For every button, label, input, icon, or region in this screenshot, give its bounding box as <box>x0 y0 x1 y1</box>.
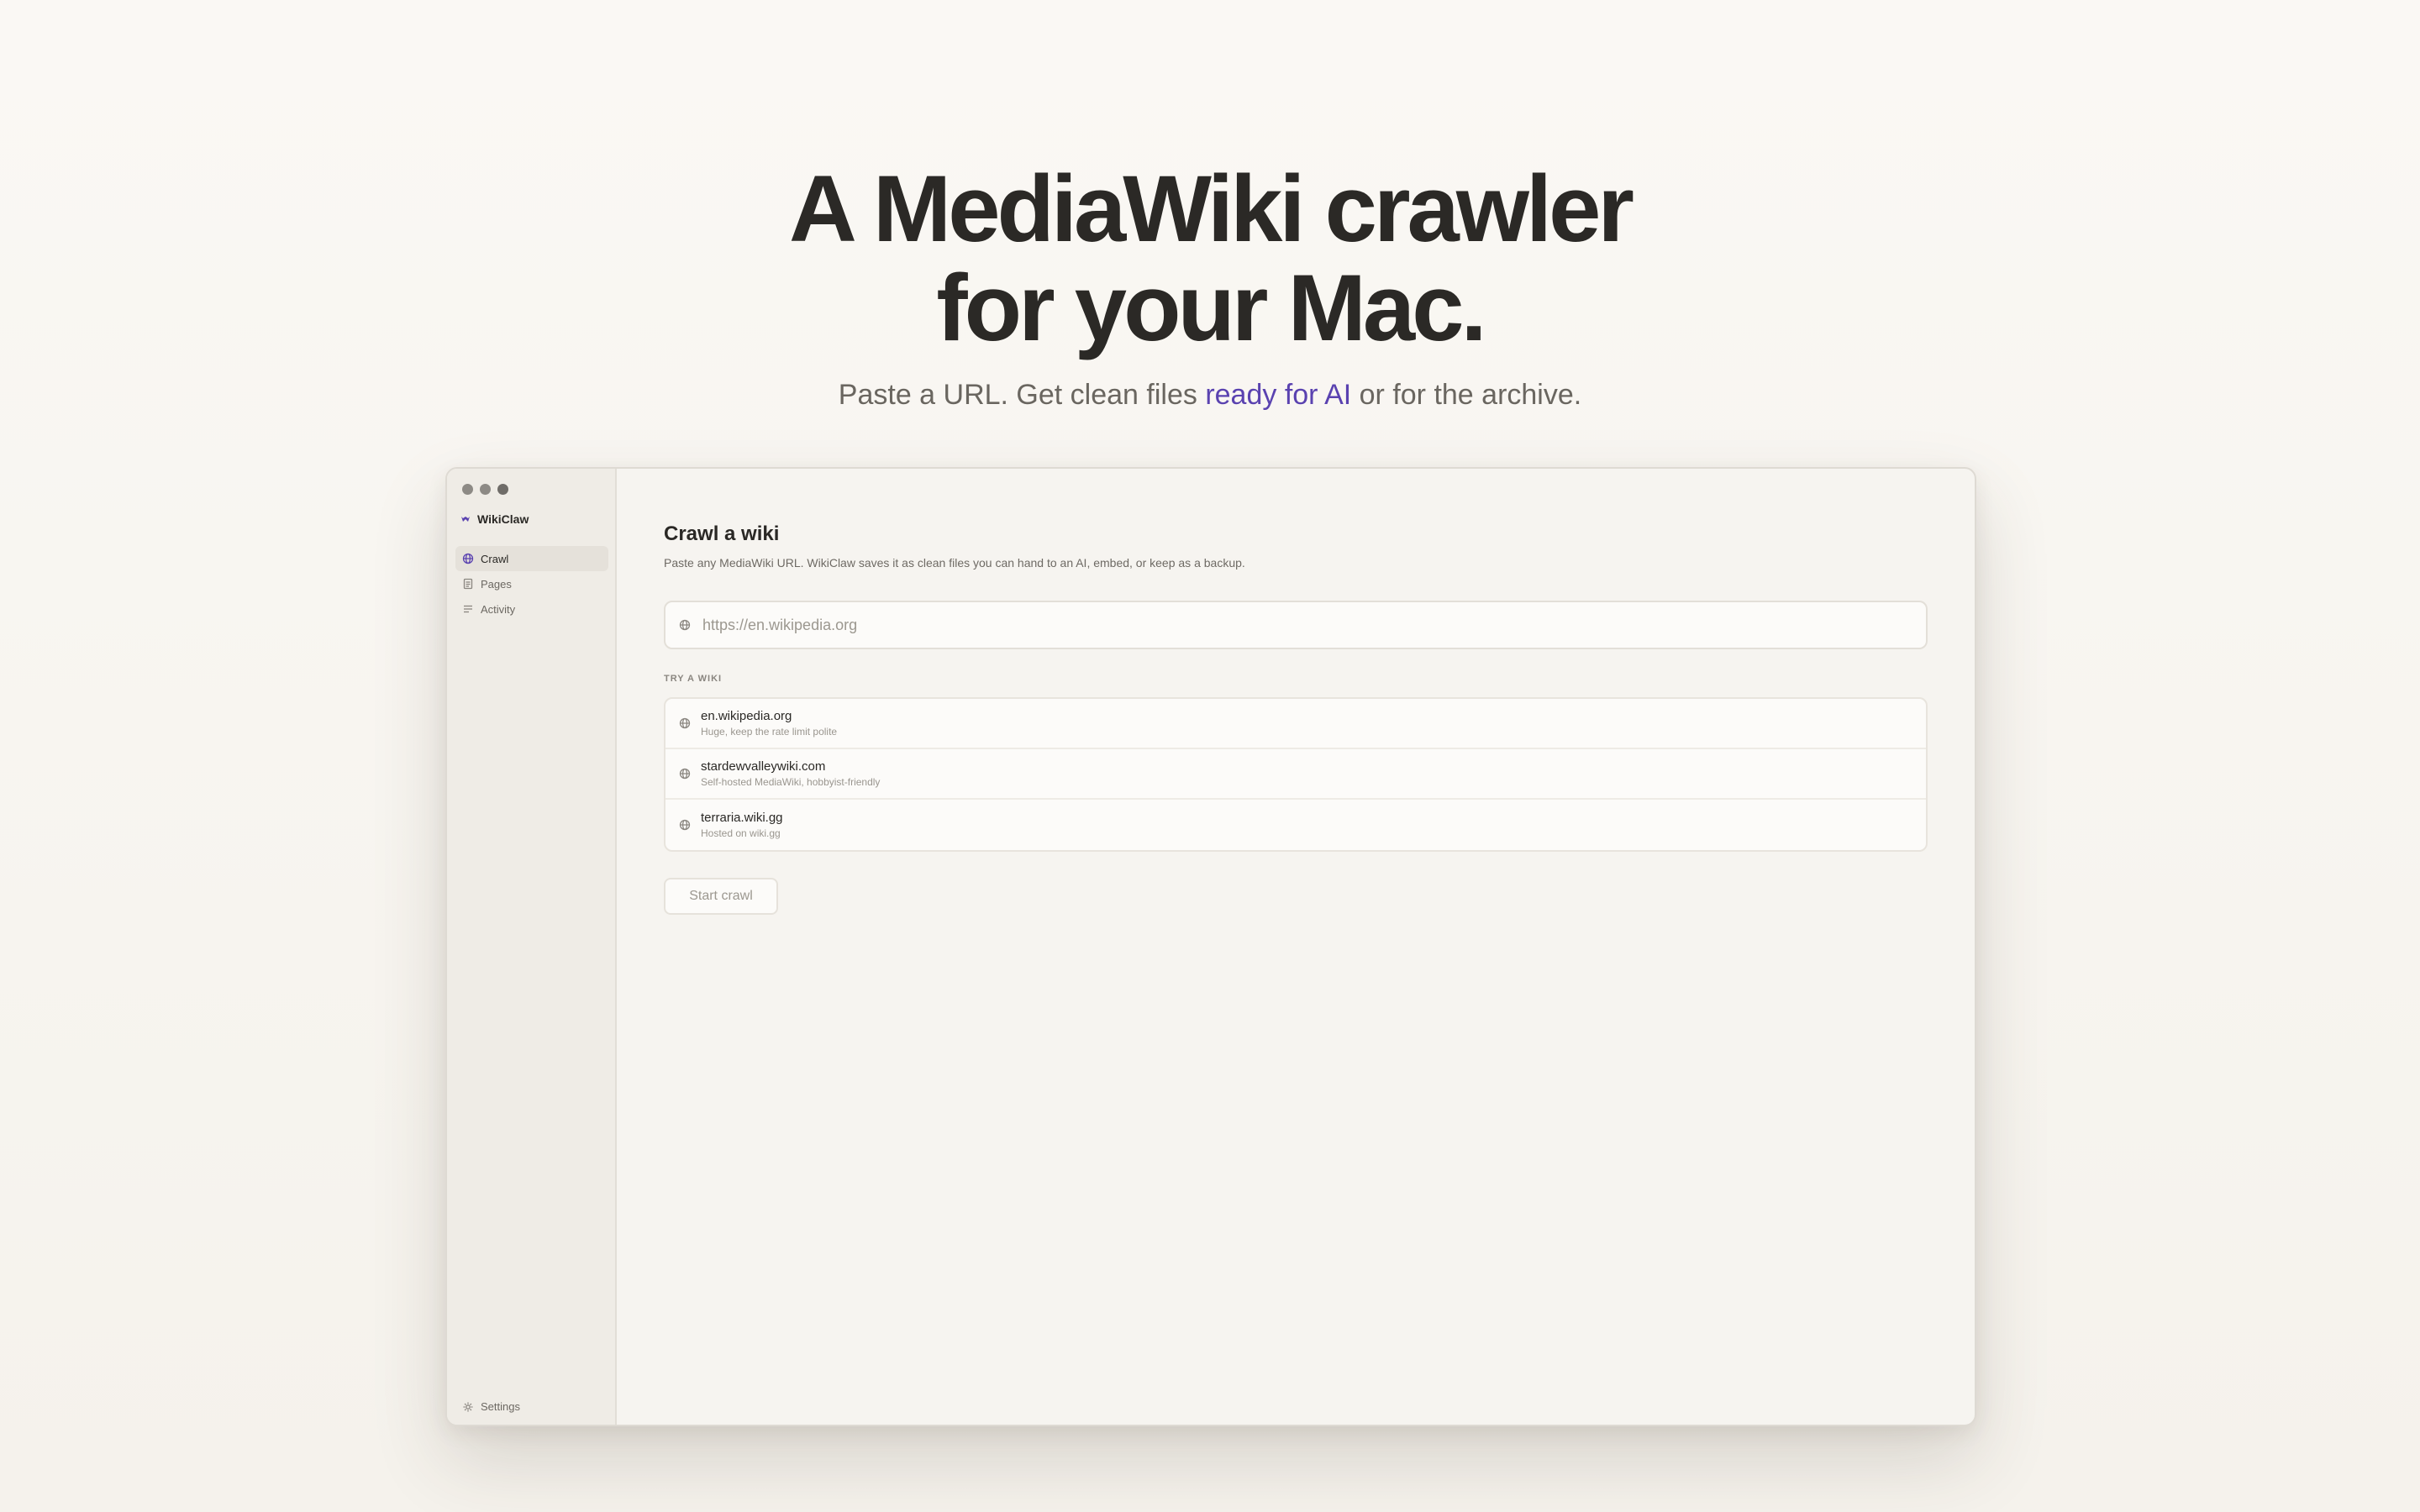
url-input[interactable] <box>701 615 1881 635</box>
hero-subtitle-accent: ready for AI <box>1205 379 1352 411</box>
globe-icon <box>679 619 691 631</box>
sidebar-item-settings[interactable]: Settings <box>462 1400 520 1413</box>
sidebar-item-label: Activity <box>481 602 516 616</box>
wiki-name: terraria.wiki.gg <box>701 811 783 825</box>
app-window: WikiClaw Crawl Pages Activity Settings C… <box>445 467 1976 1426</box>
window-controls <box>462 484 508 495</box>
minimize-window-button[interactable] <box>480 484 491 495</box>
wiki-text: en.wikipedia.org Huge, keep the rate lim… <box>701 709 837 738</box>
sidebar-item-label: Pages <box>481 577 512 591</box>
hero-subtitle: Paste a URL. Get clean files ready for A… <box>0 376 2420 413</box>
wiki-name: stardewvalleywiki.com <box>701 759 826 774</box>
page-description: Paste any MediaWiki URL. WikiClaw saves … <box>664 556 1245 570</box>
hero-subtitle-before: Paste a URL. Get clean files <box>838 379 1206 411</box>
wiki-text: terraria.wiki.gg Hosted on wiki.gg <box>701 811 783 839</box>
close-window-button[interactable] <box>462 484 473 495</box>
main-panel: Crawl a wiki Paste any MediaWiki URL. Wi… <box>617 469 1975 1425</box>
page-title: Crawl a wiki <box>664 522 780 545</box>
globe-icon <box>679 717 691 729</box>
wiki-suggestion-item[interactable]: terraria.wiki.gg Hosted on wiki.gg <box>666 800 1926 850</box>
globe-icon <box>679 768 691 780</box>
app-brand: WikiClaw <box>460 512 529 526</box>
sidebar-item-crawl[interactable]: Crawl <box>455 546 608 571</box>
wiki-name: en.wikipedia.org <box>701 709 792 723</box>
list-icon <box>462 603 474 615</box>
sidebar: WikiClaw Crawl Pages Activity Settings <box>447 469 617 1425</box>
wiki-text: stardewvalleywiki.com Self-hosted MediaW… <box>701 759 880 788</box>
zoom-window-button[interactable] <box>497 484 508 495</box>
settings-label: Settings <box>481 1400 520 1413</box>
try-a-wiki-label: TRY A WIKI <box>664 674 723 684</box>
hero-title-line2: for your Mac. <box>936 255 1486 360</box>
sidebar-item-pages[interactable]: Pages <box>455 571 608 596</box>
wiki-suggestion-item[interactable]: stardewvalleywiki.com Self-hosted MediaW… <box>666 749 1926 800</box>
wiki-note: Hosted on wiki.gg <box>701 827 781 839</box>
hero-section: A MediaWiki crawler for your Mac. Paste … <box>0 160 2420 413</box>
app-name: WikiClaw <box>477 512 529 526</box>
sidebar-item-label: Crawl <box>481 552 509 565</box>
document-icon <box>462 578 474 590</box>
gear-icon <box>462 1401 474 1413</box>
wiki-suggestion-item[interactable]: en.wikipedia.org Huge, keep the rate lim… <box>666 699 1926 749</box>
hero-title-line1: A MediaWiki crawler <box>789 156 1634 261</box>
wiki-suggestions-list: en.wikipedia.org Huge, keep the rate lim… <box>664 697 1928 852</box>
sidebar-nav: Crawl Pages Activity <box>455 546 608 622</box>
start-crawl-button[interactable]: Start crawl <box>664 878 778 915</box>
claw-logo-icon <box>461 517 470 522</box>
sidebar-item-activity[interactable]: Activity <box>455 596 608 622</box>
wiki-note: Self-hosted MediaWiki, hobbyist-friendly <box>701 776 881 788</box>
wiki-note: Huge, keep the rate limit polite <box>701 726 838 738</box>
url-field[interactable] <box>664 601 1928 649</box>
globe-icon <box>462 553 474 564</box>
hero-title: A MediaWiki crawler for your Mac. <box>0 160 2420 358</box>
globe-icon <box>679 819 691 831</box>
hero-subtitle-after: or for the archive. <box>1351 379 1582 411</box>
